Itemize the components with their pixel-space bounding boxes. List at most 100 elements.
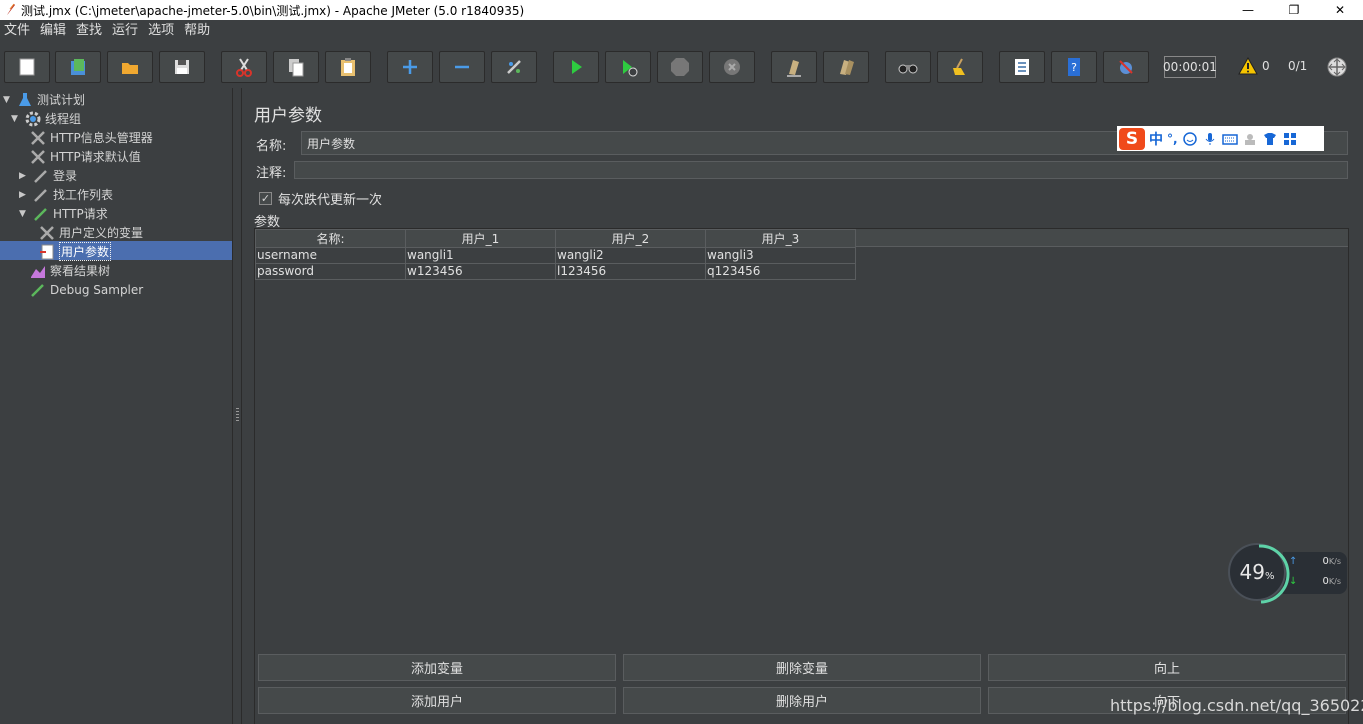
help-button[interactable]: ? [1051, 51, 1097, 83]
column-header[interactable]: 用户_1 [405, 229, 556, 248]
tree-item-thread-group[interactable]: ▼ 线程组 [11, 109, 81, 128]
panel-splitter[interactable] [232, 88, 242, 724]
clear-button[interactable] [771, 51, 817, 83]
grid-menu-icon[interactable] [1282, 131, 1298, 147]
tree-item-view-results-tree[interactable]: 察看结果树 [29, 261, 110, 280]
document-icon [38, 243, 56, 261]
expand-button[interactable] [387, 51, 433, 83]
tree-item-job-list[interactable]: ▶ 找工作列表 [19, 185, 113, 204]
collapse-arrow-icon[interactable]: ▼ [19, 209, 29, 219]
save-icon [175, 60, 189, 74]
table-cell[interactable]: username [255, 247, 406, 264]
copy-button[interactable] [273, 51, 319, 83]
tree-item-request-defaults[interactable]: HTTP请求默认值 [29, 147, 141, 166]
expand-icon [403, 60, 417, 74]
tree-item-http-request[interactable]: ▼ HTTP请求 [19, 204, 108, 223]
menu-edit[interactable]: 编辑 [36, 20, 72, 42]
table-row[interactable]: password w123456 l123456 q123456 [255, 263, 856, 280]
table-cell[interactable]: wangli1 [405, 247, 556, 264]
tree-item-test-plan[interactable]: ▼ 测试计划 [3, 90, 85, 109]
tree-item-debug-sampler[interactable]: Debug Sampler [29, 280, 143, 299]
stop-button[interactable] [657, 51, 703, 83]
warning-indicator[interactable]: 0 [1238, 57, 1270, 75]
collapse-arrow-icon[interactable]: ▼ [11, 114, 21, 124]
toggle-button[interactable] [491, 51, 537, 83]
checkbox[interactable]: ✓ [259, 192, 272, 205]
column-header[interactable]: 用户_2 [555, 229, 706, 248]
comment-label: 注释: [256, 166, 287, 181]
menu-run[interactable]: 运行 [108, 20, 144, 42]
remote-globe-icon [1327, 57, 1347, 77]
save-button[interactable] [159, 51, 205, 83]
update-once-per-iteration[interactable]: ✓ 每次跌代更新一次 [259, 189, 382, 208]
usage-ring-icon [1258, 544, 1290, 604]
collapse-arrow-icon[interactable]: ▼ [3, 95, 13, 105]
expand-arrow-icon[interactable]: ▶ [19, 171, 29, 181]
reset-search-button[interactable] [937, 51, 983, 83]
table-header-row: 名称: 用户_1 用户_2 用户_3 [255, 229, 856, 248]
tree-item-label: HTTP信息头管理器 [50, 131, 153, 145]
svg-text:?: ? [1071, 61, 1077, 74]
clear-all-button[interactable] [823, 51, 869, 83]
menu-file[interactable]: 文件 [0, 20, 36, 42]
splitter-grip[interactable] [236, 408, 239, 422]
tree-item-user-parameters[interactable]: 用户参数 [38, 242, 112, 261]
menu-options[interactable]: 选项 [144, 20, 180, 42]
sogou-logo-icon[interactable]: S [1119, 127, 1145, 150]
ime-mode[interactable]: 中 [1149, 129, 1163, 149]
tree-item-label: HTTP请求默认值 [50, 150, 141, 164]
templates-button[interactable] [55, 51, 101, 83]
table-cell[interactable]: w123456 [405, 263, 556, 280]
search-button[interactable] [885, 51, 931, 83]
clear-all-icon [840, 60, 854, 75]
function-helper-button[interactable] [999, 51, 1045, 83]
table-cell[interactable]: q123456 [705, 263, 856, 280]
minimize-button[interactable]: — [1225, 0, 1271, 20]
chart-icon [29, 262, 47, 280]
paste-button[interactable] [325, 51, 371, 83]
wrench-icon [29, 148, 47, 166]
table-cell[interactable]: l123456 [555, 263, 706, 280]
add-user-button[interactable]: 添加用户 [258, 687, 616, 714]
element-config-panel: 用户参数 名称: 用户参数 注释: ✓ 每次跌代更新一次 参数 名称: 用户_1… [243, 88, 1363, 724]
column-header[interactable]: 用户_3 [705, 229, 856, 248]
toolbox-icon[interactable] [1242, 131, 1258, 147]
new-button[interactable] [4, 51, 50, 83]
table-cell[interactable]: password [255, 263, 406, 280]
start-no-pause-icon [623, 60, 638, 77]
skin-shirt-icon[interactable] [1262, 131, 1278, 147]
table-cell[interactable]: wangli2 [555, 247, 706, 264]
title-bar: 测试.jmx (C:\jmeter\apache-jmeter-5.0\bin\… [0, 0, 1363, 20]
restore-button[interactable]: ❐ [1271, 0, 1317, 20]
cut-button[interactable] [221, 51, 267, 83]
emoji-icon[interactable] [1182, 131, 1198, 147]
new-icon [19, 58, 35, 76]
start-no-pause-button[interactable] [605, 51, 651, 83]
expand-arrow-icon[interactable]: ▶ [19, 190, 29, 200]
delete-variable-button[interactable]: 删除变量 [623, 654, 981, 681]
tree-item-header-manager[interactable]: HTTP信息头管理器 [29, 128, 153, 147]
microphone-icon[interactable] [1202, 131, 1218, 147]
table-row[interactable]: username wangli1 wangli2 wangli3 [255, 247, 856, 264]
column-header[interactable]: 名称: [255, 229, 406, 248]
table-cell[interactable]: wangli3 [705, 247, 856, 264]
remote-start-button[interactable] [1103, 51, 1149, 83]
ime-punctuation[interactable]: °, [1167, 132, 1178, 146]
menu-search[interactable]: 查找 [72, 20, 108, 42]
menu-help[interactable]: 帮助 [180, 20, 216, 42]
close-button[interactable]: ✕ [1317, 0, 1363, 20]
ime-toolbar[interactable]: S 中 °, [1117, 126, 1324, 151]
download-speed: 0K/s [1322, 576, 1341, 587]
network-speed-widget[interactable]: ↑ 0K/s ↓ 0K/s 49% [1228, 542, 1348, 604]
move-up-button[interactable]: 向上 [988, 654, 1346, 681]
shutdown-button[interactable] [709, 51, 755, 83]
add-variable-button[interactable]: 添加变量 [258, 654, 616, 681]
comment-field[interactable] [294, 161, 1348, 179]
keyboard-icon[interactable] [1221, 131, 1238, 147]
start-button[interactable] [553, 51, 599, 83]
tree-item-user-defined-vars[interactable]: 用户定义的变量 [38, 223, 143, 242]
delete-user-button[interactable]: 删除用户 [623, 687, 981, 714]
collapse-button[interactable] [439, 51, 485, 83]
tree-item-login[interactable]: ▶ 登录 [19, 166, 77, 185]
open-button[interactable] [107, 51, 153, 83]
